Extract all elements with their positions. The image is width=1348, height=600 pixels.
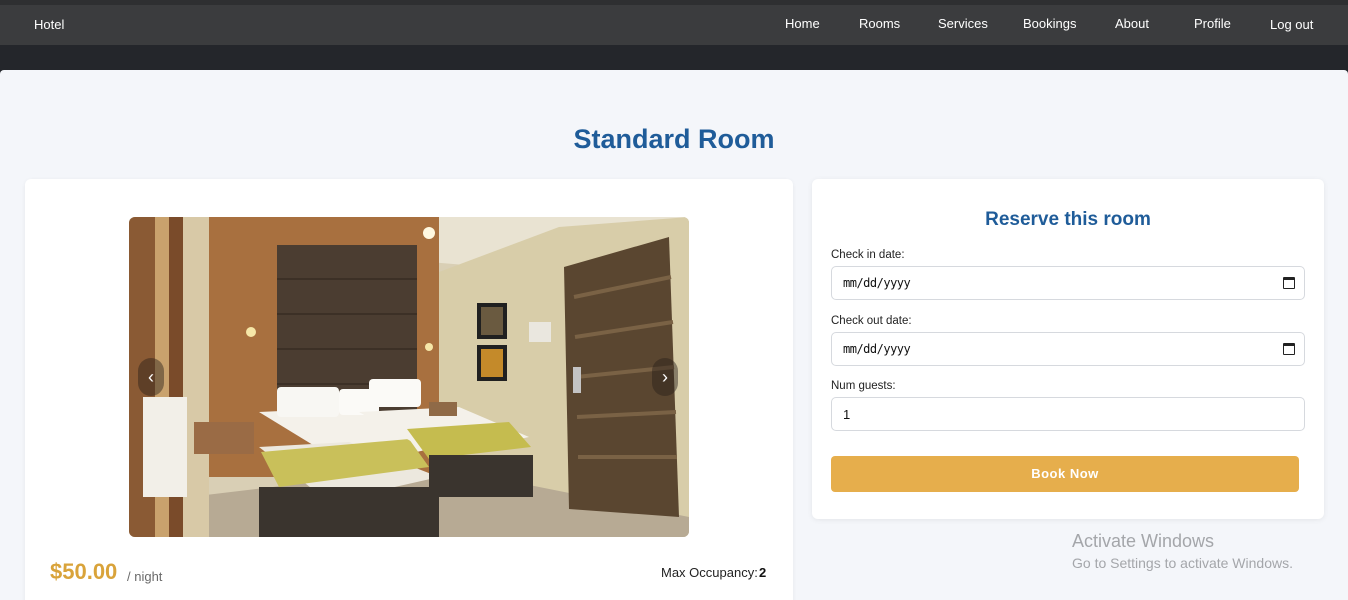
activate-windows-title: Activate Windows bbox=[1072, 531, 1215, 551]
reservation-title: Reserve this room bbox=[985, 209, 1151, 230]
nav-home[interactable]: Home bbox=[785, 16, 820, 31]
calendar-icon[interactable] bbox=[1283, 277, 1295, 289]
nav-profile[interactable]: Profile bbox=[1194, 16, 1231, 31]
price-unit: / night bbox=[127, 569, 163, 584]
nav-bookings[interactable]: Bookings bbox=[1023, 16, 1076, 31]
check-in-date-input[interactable]: mm/dd/yyyy bbox=[831, 266, 1305, 300]
max-occupancy-label: Max Occupancy: bbox=[661, 565, 758, 580]
num-guests-input[interactable]: 1 bbox=[831, 397, 1305, 431]
chevron-right-icon: › bbox=[662, 367, 668, 387]
book-now-button[interactable]: Book Now bbox=[831, 456, 1299, 492]
check-out-date-input[interactable]: mm/dd/yyyy bbox=[831, 332, 1305, 366]
carousel-next-button[interactable]: › bbox=[652, 358, 678, 396]
chevron-left-icon: ‹ bbox=[148, 367, 154, 387]
check-in-value: mm/dd/yyyy bbox=[843, 276, 911, 290]
room-image-carousel[interactable]: ‹ › bbox=[129, 217, 689, 537]
brand-link[interactable]: Hotel bbox=[34, 17, 64, 32]
num-guests-label: Num guests: bbox=[831, 380, 896, 392]
check-in-label: Check in date: bbox=[831, 249, 905, 261]
nav-services[interactable]: Services bbox=[938, 16, 988, 31]
nav-logout[interactable]: Log out bbox=[1270, 17, 1313, 32]
room-price: $50.00 bbox=[50, 559, 118, 584]
room-detail-page: Standard Room ‹ › $50.00 / night Max Occ… bbox=[0, 70, 1348, 600]
nav-rooms[interactable]: Rooms bbox=[859, 16, 900, 31]
nav-about[interactable]: About bbox=[1115, 16, 1149, 31]
carousel-prev-button[interactable]: ‹ bbox=[138, 358, 164, 396]
room-photo bbox=[129, 217, 689, 537]
activate-windows-subtitle: Go to Settings to activate Windows. bbox=[1072, 555, 1293, 571]
check-out-label: Check out date: bbox=[831, 315, 912, 327]
room-card: ‹ › $50.00 / night Max Occupancy: 2 bbox=[25, 179, 793, 600]
calendar-icon[interactable] bbox=[1283, 343, 1295, 355]
check-out-value: mm/dd/yyyy bbox=[843, 342, 911, 356]
max-occupancy-value: 2 bbox=[759, 565, 767, 580]
top-navbar: Hotel Home Rooms Services Bookings About… bbox=[0, 0, 1348, 45]
page-title: Standard Room bbox=[573, 124, 775, 154]
num-guests-value: 1 bbox=[843, 407, 851, 422]
reservation-form: Reserve this room Check in date: mm/dd/y… bbox=[812, 179, 1324, 519]
